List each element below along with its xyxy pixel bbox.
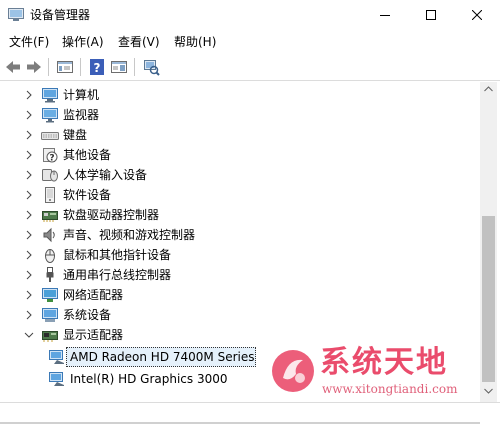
tree-item-software-devices[interactable]: 软件设备 [0,185,480,205]
maximize-button[interactable] [408,0,454,31]
tree-item-label: 显示适配器 [63,328,124,342]
tree-item-label: 鼠标和其他指针设备 [63,248,172,262]
chevron-right-icon[interactable] [24,150,34,160]
tree-item-mice[interactable]: 鼠标和其他指针设备 [0,245,480,265]
tree-item-label: 键盘 [63,128,88,142]
display-monitor-icon [49,350,64,364]
tree-item-system-devices[interactable]: 系统设备 [0,305,480,325]
minimize-button[interactable] [362,0,408,31]
tree-item-label: 声音、视频和游戏控制器 [63,228,196,242]
monitor-icon [42,108,58,123]
tree-item-network-adapters[interactable]: 网络适配器 [0,285,480,305]
tree-item-display-adapters[interactable]: 显示适配器 [0,325,480,345]
chevron-right-icon[interactable] [24,270,34,280]
tree-item-monitors[interactable]: 监视器 [0,105,480,125]
tree-item-label: AMD Radeon HD 7400M Series [70,350,255,364]
display-adapter-icon [42,331,58,342]
status-area [0,402,500,432]
back-arrow-icon [6,61,20,73]
scroll-up-icon[interactable] [484,86,493,92]
tree-item-floppy-controllers[interactable]: 软盘驱动器控制器 [0,205,480,225]
maximize-icon [426,10,436,20]
tree-item-label: 软件设备 [63,188,112,202]
network-adapter-icon [42,288,58,302]
chevron-right-icon[interactable] [24,170,34,180]
tree-item-label: 计算机 [63,88,100,102]
software-device-icon [45,187,55,203]
device-manager-icon [8,8,24,21]
chevron-right-icon[interactable] [24,290,34,300]
toolbar-separator [134,58,135,76]
tree-item-other-devices[interactable]: ? 其他设备 [0,145,480,165]
computer-icon [42,88,58,103]
help-button[interactable]: ? [88,58,106,76]
tree-item-label: Intel(R) HD Graphics 3000 [70,372,228,386]
horizontal-scrollbar-track [0,422,480,424]
help-icon: ? [90,59,104,75]
display-monitor-icon [49,372,64,386]
scroll-down-icon[interactable] [484,388,493,394]
scan-hardware-icon [144,60,160,76]
mouse-icon [45,249,55,263]
chevron-right-icon[interactable] [24,250,34,260]
watermark-logo-icon [272,350,314,392]
chevron-right-icon[interactable] [24,230,34,240]
system-device-icon [42,308,58,322]
tree-item-label: 系统设备 [63,308,112,322]
forward-button[interactable] [25,58,43,76]
back-button[interactable] [4,58,22,76]
other-devices-icon: ? [43,148,58,164]
chevron-down-icon[interactable] [24,330,34,340]
tree-item-keyboards[interactable]: 键盘 [0,125,480,145]
watermark: 系统天地 www.xitongtiandi.com [270,344,485,402]
tree-item-label: 监视器 [63,108,100,122]
window-title: 设备管理器 [30,8,91,22]
tree-item-label: 软盘驱动器控制器 [63,208,160,222]
toolbar-separator [80,58,81,76]
menu-view[interactable]: 查看(V) [118,34,160,50]
tree-item-computer[interactable]: 计算机 [0,85,480,105]
toolbar: ? [0,54,500,81]
chevron-right-icon[interactable] [24,190,34,200]
usb-icon [46,267,54,282]
svg-text:?: ? [94,61,101,75]
tree-item-label: 网络适配器 [63,288,124,302]
tree-item-label: 通用串行总线控制器 [63,268,172,282]
menu-help[interactable]: 帮助(H) [174,34,216,50]
chevron-right-icon[interactable] [24,90,34,100]
toolbar-separator [48,58,49,76]
hid-icon [42,169,58,182]
view-pane-icon [111,61,127,73]
svg-text:?: ? [49,154,54,164]
floppy-controller-icon [42,211,58,222]
menu-file[interactable]: 文件(F) [9,34,49,50]
chevron-right-icon[interactable] [24,130,34,140]
speaker-icon [43,227,55,243]
tree-item-label: 其他设备 [63,148,112,162]
chevron-right-icon[interactable] [24,310,34,320]
forward-arrow-icon [27,61,41,73]
tree-item-label: 人体学输入设备 [63,168,148,182]
tree-item-hid[interactable]: 人体学输入设备 [0,165,480,185]
minimize-icon [380,15,390,16]
close-button[interactable] [454,0,500,31]
chevron-right-icon[interactable] [24,210,34,220]
tree-item-sound-video-game[interactable]: 声音、视频和游戏控制器 [0,225,480,245]
properties-button[interactable] [56,58,74,76]
watermark-url: www.xitongtiandi.com [322,382,458,396]
chevron-right-icon[interactable] [24,110,34,120]
menu-bar: 文件(F) 操作(A) 查看(V) 帮助(H) [0,31,500,53]
view-pane-button[interactable] [110,58,128,76]
tree-item-usb-controllers[interactable]: 通用串行总线控制器 [0,265,480,285]
scan-hardware-button[interactable] [142,58,160,76]
title-bar: 设备管理器 [0,0,500,31]
menu-action[interactable]: 操作(A) [62,34,104,50]
keyboard-icon [41,132,59,140]
watermark-title: 系统天地 [320,345,448,380]
properties-icon [57,61,73,73]
close-icon [472,10,482,20]
